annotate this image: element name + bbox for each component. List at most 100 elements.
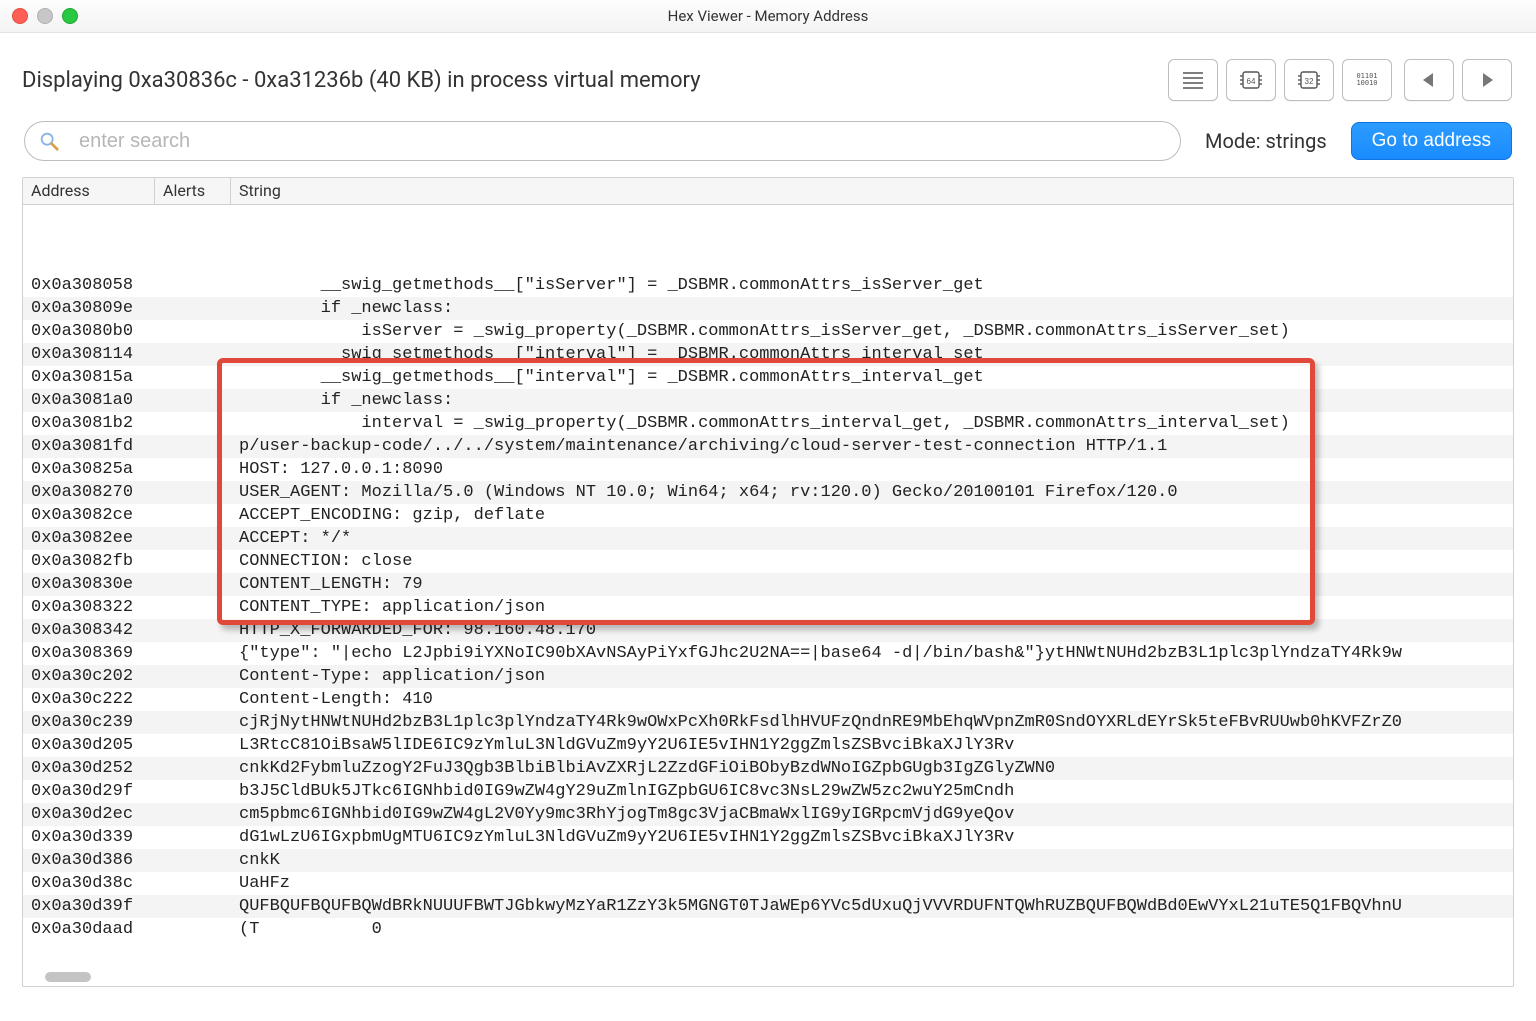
column-alerts[interactable]: Alerts [155, 178, 231, 204]
table-row[interactable]: 0x0a30d29f b3J5CldBUk5JTkc6IGNhbid0IG9wZW… [23, 780, 1513, 803]
arrow-left-icon [1415, 68, 1443, 92]
cell-alerts [155, 412, 231, 435]
table-row[interactable]: 0x0a3082ceACCEPT_ENCODING: gzip, deflate [23, 504, 1513, 527]
cell-address: 0x0a308058 [23, 274, 155, 297]
table-row[interactable]: 0x0a3081fd p/user-backup-code/../../syste… [23, 435, 1513, 458]
cell-address: 0x0a30d29f [23, 780, 155, 803]
table-row[interactable]: 0x0a308058 __swig_getmethods__["isServer… [23, 274, 1513, 297]
table-row[interactable]: 0x0a30d386cnkK [23, 849, 1513, 872]
column-address[interactable]: Address [23, 178, 155, 204]
cell-string: {"type": "|echo L2Jpbi9iYXNoIC90bXAvNSAy… [231, 642, 1513, 665]
cpu-64-icon: 64 [1237, 68, 1265, 92]
cell-address: 0x0a3082ee [23, 527, 155, 550]
cell-alerts [155, 734, 231, 757]
cell-address: 0x0a308342 [23, 619, 155, 642]
cell-address: 0x0a30d38c [23, 872, 155, 895]
cell-address: 0x0a3081fd [23, 435, 155, 458]
view-text-button[interactable] [1168, 59, 1218, 101]
cell-alerts [155, 458, 231, 481]
table-row[interactable]: 0x0a30d38cUaHFz [23, 872, 1513, 895]
cell-address: 0x0a308369 [23, 642, 155, 665]
cpu-32-icon: 32 [1295, 68, 1323, 92]
table-row[interactable]: 0x0a3082eeACCEPT: */* [23, 527, 1513, 550]
arch-64-button[interactable]: 64 [1226, 59, 1276, 101]
range-subtitle: Displaying 0xa30836c - 0xa31236b (40 KB)… [22, 68, 701, 93]
table-row[interactable]: 0x0a30d39f QUFBQUFBQUFBQWdBRkNUUUFBWTJGbk… [23, 895, 1513, 918]
cell-alerts [155, 642, 231, 665]
table-row[interactable]: 0x0a308270USER_AGENT: Mozilla/5.0 (Windo… [23, 481, 1513, 504]
table-row[interactable]: 0x0a3080b0 isServer = _swig_property(_DS… [23, 320, 1513, 343]
arrow-right-icon [1473, 68, 1501, 92]
table-row[interactable]: 0x0a30809e if _newclass: [23, 297, 1513, 320]
cell-address: 0x0a30d205 [23, 734, 155, 757]
table-row[interactable]: 0x0a308342 HTTP_X_FORWARDED_FOR: 98.160.4… [23, 619, 1513, 642]
cell-alerts [155, 780, 231, 803]
cell-address: 0x0a30825a [23, 458, 155, 481]
cell-string: __swig_setmethods__["interval"] = _DSBMR… [231, 343, 1513, 366]
cell-address: 0x0a30d39f [23, 895, 155, 918]
cell-address: 0x0a30815a [23, 366, 155, 389]
table-row[interactable]: 0x0a30d2eccm5pbmc6IGNhbid0IG9wZW4gL2V0Yy… [23, 803, 1513, 826]
window-titlebar: Hex Viewer - Memory Address [0, 0, 1536, 33]
mode-label: Mode: strings [1205, 129, 1327, 153]
cell-alerts [155, 504, 231, 527]
table-row[interactable]: 0x0a30c202Content-Type: application/json [23, 665, 1513, 688]
table-row[interactable]: 0x0a30c239cjRjNytHNWtNUHd2bzB3L1plc3plYn… [23, 711, 1513, 734]
horizontal-scroll-thumb[interactable] [45, 972, 91, 982]
cell-alerts [155, 596, 231, 619]
table-row[interactable]: 0x0a30825a HOST: 127.0.0.1:8090 [23, 458, 1513, 481]
cell-string: if _newclass: [231, 389, 1513, 412]
table-row[interactable]: 0x0a30830eCONTENT_LENGTH: 79 [23, 573, 1513, 596]
table-row[interactable]: 0x0a30d205L3RtcC81OiBsaW5lIDE6IC9zYmluL3… [23, 734, 1513, 757]
cell-address: 0x0a3080b0 [23, 320, 155, 343]
cell-alerts [155, 826, 231, 849]
table-row[interactable]: 0x0a30c222Content-Length: 410 [23, 688, 1513, 711]
table-row[interactable]: 0x0a30d339dG1wLzU6IGxpbmUgMTU6IC9zYmluL3… [23, 826, 1513, 849]
window-zoom-icon[interactable] [62, 8, 78, 24]
window-minimize-icon[interactable] [37, 8, 53, 24]
cell-string: isServer = _swig_property(_DSBMR.commonA… [231, 320, 1513, 343]
table-row[interactable]: 0x0a30daad(T 0 [23, 918, 1513, 941]
cell-string: QUFBQUFBQUFBQWdBRkNUUUFBWTJGbkwyMzYaR1Zz… [231, 895, 1513, 918]
cell-string: interval = _swig_property(_DSBMR.commonA… [231, 412, 1513, 435]
table-header: Address Alerts String [23, 178, 1513, 205]
cell-string: b3J5CldBUk5JTkc6IGNhbid0IG9wZW4gY29uZmln… [231, 780, 1513, 803]
cell-address: 0x0a30c222 [23, 688, 155, 711]
cell-address: 0x0a30d2ec [23, 803, 155, 826]
table-row[interactable]: 0x0a3081b2 interval = _swig_property(_DS… [23, 412, 1513, 435]
cell-string: HTTP_X_FORWARDED_FOR: 98.160.48.170 [231, 619, 1513, 642]
table-row[interactable]: 0x0a308114 __swig_setmethods__["interval… [23, 343, 1513, 366]
cell-alerts [155, 803, 231, 826]
search-input[interactable] [24, 121, 1181, 161]
cell-string: p/user-backup-code/../../system/maintena… [231, 435, 1513, 458]
go-to-address-button[interactable]: Go to address [1351, 122, 1512, 160]
table-row[interactable]: 0x0a30d252cnkKd2FybmluZzogY2FuJ3Qgb3Blbi… [23, 757, 1513, 780]
nav-forward-button[interactable] [1462, 59, 1512, 101]
nav-back-button[interactable] [1404, 59, 1454, 101]
cell-string: HOST: 127.0.0.1:8090 [231, 458, 1513, 481]
cell-alerts [155, 527, 231, 550]
arch-32-button[interactable]: 32 [1284, 59, 1334, 101]
cell-alerts [155, 619, 231, 642]
table-row[interactable]: 0x0a30815a __swig_getmethods__["interval… [23, 366, 1513, 389]
cell-alerts [155, 343, 231, 366]
window-close-icon[interactable] [12, 8, 28, 24]
view-binary-button[interactable]: 01101 10010 [1342, 59, 1392, 101]
cell-alerts [155, 320, 231, 343]
cell-address: 0x0a3082fb [23, 550, 155, 573]
search-icon [38, 130, 60, 152]
view-mode-group: 64 32 01101 10010 [1168, 59, 1392, 101]
cell-alerts [155, 297, 231, 320]
column-string[interactable]: String [231, 178, 1513, 204]
cell-alerts [155, 895, 231, 918]
table-row[interactable]: 0x0a308322CONTENT_TYPE: application/json [23, 596, 1513, 619]
cell-alerts [155, 688, 231, 711]
table-row[interactable]: 0x0a3082fbCONNECTION: close [23, 550, 1513, 573]
table-row[interactable]: 0x0a308369 {"type": "|echo L2Jpbi9iYXNoIC… [23, 642, 1513, 665]
svg-text:32: 32 [1305, 77, 1314, 86]
cell-string: USER_AGENT: Mozilla/5.0 (Windows NT 10.0… [231, 481, 1513, 504]
table-row[interactable]: 0x0a3081a0 if _newclass: [23, 389, 1513, 412]
cell-string: cnkKd2FybmluZzogY2FuJ3Qgb3BlbiBlbiAvZXRj… [231, 757, 1513, 780]
cell-string: __swig_getmethods__["interval"] = _DSBMR… [231, 366, 1513, 389]
cell-string: cjRjNytHNWtNUHd2bzB3L1plc3plYndzaTY4Rk9w… [231, 711, 1513, 734]
